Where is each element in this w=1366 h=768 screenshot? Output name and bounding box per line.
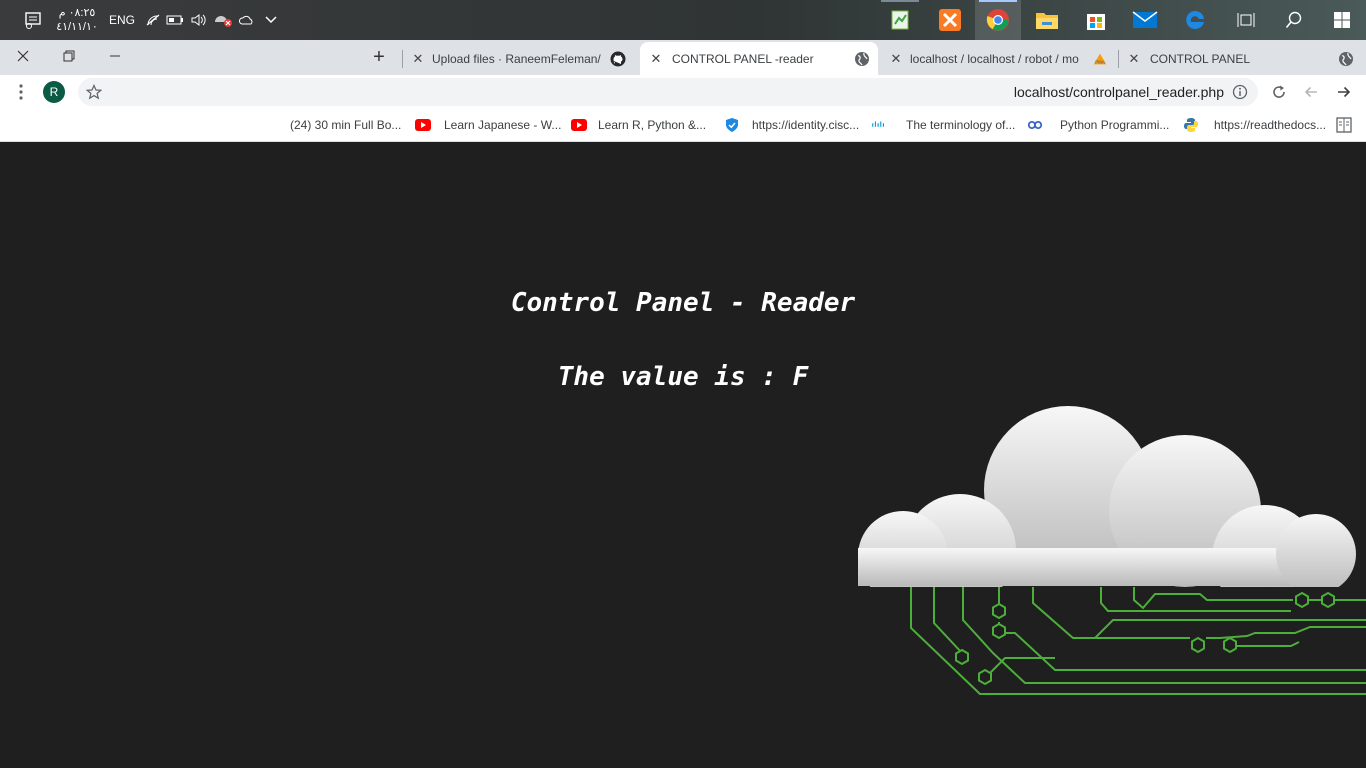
windows-taskbar: ٠٨:٢٥ م ٤١/١١/١٠ ENG [0, 0, 1366, 40]
chrome-app-icon[interactable] [975, 0, 1021, 40]
youtube-icon [415, 117, 432, 133]
windows-start-icon[interactable] [1320, 0, 1364, 40]
tab-title: Upload files · RaneemFeleman/ [432, 51, 601, 66]
battery-icon[interactable] [164, 0, 186, 40]
chevron-down-icon[interactable] [260, 0, 282, 40]
tab-close-icon[interactable]: ✕ [408, 49, 428, 69]
bookmarks-bar: (24) 30 min Full Bo... Learn Japanese - … [0, 109, 1366, 142]
window-minimize-button[interactable] [92, 40, 138, 72]
network-error-icon[interactable] [212, 0, 234, 40]
bookmark-item[interactable]: (24) 30 min Full Bo... [290, 109, 432, 141]
bookmark-label: Learn Japanese - W... [444, 118, 562, 132]
bookmark-item[interactable]: https://readthedocs... [1214, 109, 1326, 141]
phpmyadmin-icon: PMA [1092, 51, 1108, 67]
onedrive-icon[interactable] [236, 0, 258, 40]
bookmark-label: https://identity.cisc... [752, 118, 860, 132]
more-menu-icon[interactable] [7, 78, 35, 106]
bookmark-label: Python Programmi... [1060, 118, 1170, 132]
tab-close-icon[interactable]: ✕ [1124, 49, 1144, 69]
reader-value-text: The value is : F [557, 362, 809, 392]
new-tab-button[interactable]: + [366, 44, 392, 70]
bookmark-label: https://readthedocs... [1214, 118, 1327, 132]
bookmark-item[interactable]: Learn Japanese - W... [444, 109, 588, 141]
tab-control-panel[interactable]: ✕ CONTROL PANEL [1122, 42, 1354, 75]
notepad-app-icon[interactable] [877, 0, 923, 40]
page-content: Control Panel - Reader The value is : F [0, 143, 1366, 768]
bookmark-item[interactable]: Python Programmi... [1060, 109, 1199, 141]
address-bar[interactable]: localhost/controlpanel_reader.php [78, 78, 1258, 106]
tab-close-icon[interactable]: ✕ [886, 49, 906, 69]
bookmark-item[interactable]: Learn R, Python &... [598, 109, 740, 141]
back-arrow-icon[interactable] [1297, 78, 1325, 106]
mail-app-icon[interactable] [1122, 0, 1168, 40]
cloud-circuit-illustration [855, 406, 1366, 698]
profile-avatar[interactable]: R [43, 81, 65, 103]
bookmark-item[interactable]: The terminology of... [906, 109, 1043, 141]
tab-title: localhost / localhost / robot / mo [910, 51, 1079, 66]
window-restore-button[interactable] [46, 40, 92, 72]
cloud-shape [858, 406, 1356, 611]
shield-icon [724, 117, 740, 133]
tab-close-icon[interactable]: ✕ [646, 49, 666, 69]
reload-icon[interactable] [1265, 78, 1293, 106]
bookmark-label: The terminology of... [906, 118, 1016, 132]
tab-title: CONTROL PANEL -reader [672, 51, 814, 66]
edge-app-icon[interactable] [1172, 0, 1218, 40]
tab-control-panel-reader[interactable]: ✕ CONTROL PANEL -reader [640, 42, 878, 75]
site-info-icon[interactable] [1226, 78, 1254, 106]
system-clock[interactable]: ٠٨:٢٥ م ٤١/١١/١٠ [52, 0, 102, 40]
action-center-icon[interactable] [18, 0, 48, 40]
bookmark-label: Learn R, Python &... [598, 118, 707, 132]
globe-icon [1338, 51, 1354, 67]
bookmark-label: (24) 30 min Full Bo... [290, 118, 402, 132]
browser-toolbar: R localhost/controlpanel_reader.php [0, 75, 1366, 109]
globe-icon [854, 51, 870, 67]
tab-phpmyadmin[interactable]: ✕ localhost / localhost / robot / mo PMA [884, 42, 1114, 75]
svg-text:PMA: PMA [1095, 59, 1105, 64]
search-icon[interactable] [1278, 0, 1310, 40]
bookmark-star-icon[interactable] [80, 78, 108, 106]
volume-icon[interactable] [188, 0, 210, 40]
window-close-button[interactable] [0, 40, 46, 72]
clock-date: ٤١/١١/١٠ [56, 21, 98, 33]
page-title: Control Panel - Reader [510, 288, 856, 318]
tab-upload-files[interactable]: ✕ Upload files · RaneemFeleman/ [406, 42, 636, 75]
clock-time: ٠٨:٢٥ م [58, 7, 96, 19]
browser-tab-strip: + ✕ Upload files · RaneemFeleman/ ✕ CONT… [0, 40, 1366, 75]
github-icon [610, 51, 626, 67]
xampp-app-icon[interactable] [927, 0, 973, 40]
bookmark-item[interactable]: https://identity.cisc... [752, 109, 887, 141]
file-explorer-app-icon[interactable] [1024, 0, 1070, 40]
python-icon [1183, 117, 1199, 133]
youtube-icon [571, 117, 588, 133]
cisco-icon [871, 117, 887, 133]
tab-title: CONTROL PANEL [1150, 51, 1251, 66]
reading-list-icon[interactable] [1336, 109, 1352, 141]
wifi-icon[interactable] [142, 0, 164, 40]
language-indicator[interactable]: ENG [106, 0, 138, 40]
url-text[interactable]: localhost/controlpanel_reader.php [1014, 78, 1224, 106]
link-icon [1027, 117, 1043, 133]
forward-arrow-icon[interactable] [1330, 78, 1358, 106]
task-view-icon[interactable] [1230, 0, 1262, 40]
store-app-icon[interactable] [1073, 0, 1119, 40]
